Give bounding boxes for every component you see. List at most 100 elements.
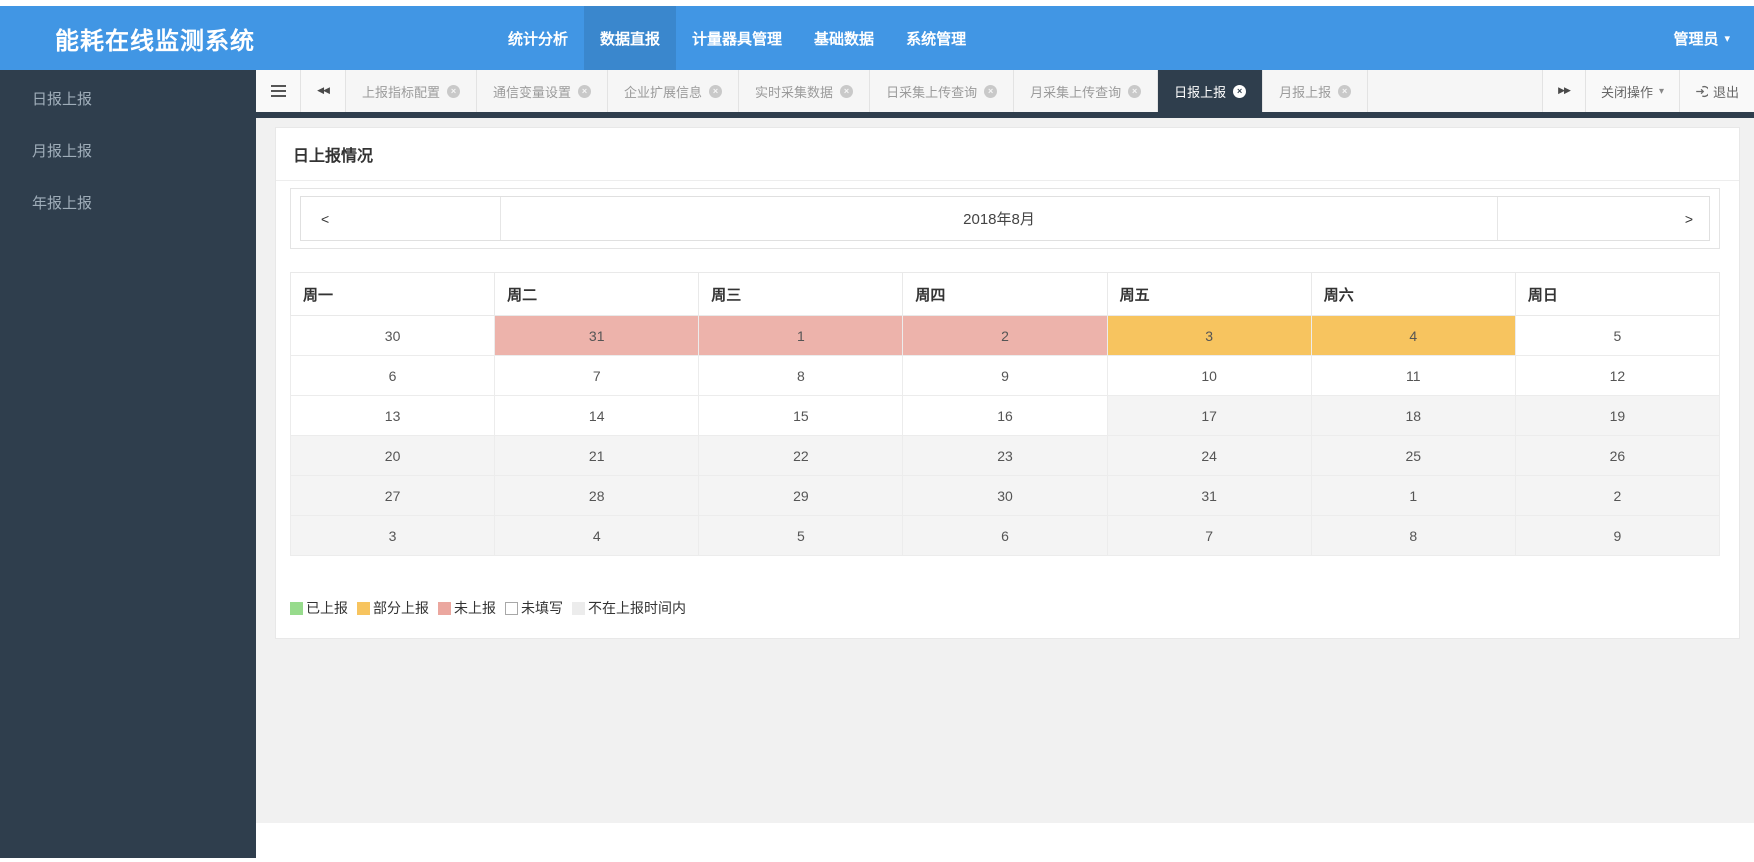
tab-6[interactable]: 月采集上传查询 × — [1014, 70, 1158, 112]
calendar-day-cell[interactable]: 27 — [291, 476, 495, 516]
nav-item-1[interactable]: 统计分析 — [492, 6, 584, 70]
calendar-widget: < 2018年8月 > — [290, 188, 1720, 249]
calendar-day-cell[interactable]: 7 — [1107, 516, 1311, 556]
tab-close-icon[interactable]: × — [984, 85, 997, 98]
calendar-week-row: 13141516171819 — [291, 396, 1720, 436]
tab-5[interactable]: 日采集上传查询× — [870, 70, 1014, 112]
calendar-day-cell[interactable]: 1 — [699, 316, 903, 356]
scroll-tabs-right-button[interactable]: ▶▶ — [1542, 70, 1585, 112]
tab-close-icon[interactable]: × — [1128, 85, 1141, 98]
calendar-day-cell[interactable]: 31 — [1107, 476, 1311, 516]
tab-close-icon[interactable]: × — [709, 85, 722, 98]
calendar-day-cell[interactable]: 10 — [1107, 356, 1311, 396]
legend-item-not_reported: 未上报 — [438, 598, 496, 618]
tab-close-icon[interactable]: × — [1338, 85, 1351, 98]
double-left-arrow-icon: ◀◀ — [317, 86, 329, 96]
nav-item-3[interactable]: 计量器具管理 — [676, 6, 798, 70]
tab-close-icon[interactable]: × — [578, 85, 591, 98]
next-month-button[interactable]: > — [1497, 197, 1709, 240]
calendar-day-cell[interactable]: 12 — [1515, 356, 1719, 396]
calendar-day-cell[interactable]: 9 — [1515, 516, 1719, 556]
user-menu[interactable]: 管理员 ▾ — [1673, 6, 1754, 70]
double-right-arrow-icon: ▶▶ — [1558, 86, 1570, 96]
calendar-day-cell[interactable]: 16 — [903, 396, 1107, 436]
calendar-day-cell[interactable]: 15 — [699, 396, 903, 436]
tab-close-icon[interactable]: × — [1233, 85, 1246, 98]
content-area: ◀◀ 上报指标配置×通信变量设置×企业扩展信息×实时采集数据×日采集上传查询×月… — [256, 70, 1754, 862]
nav-item-2[interactable]: 数据直报 — [584, 6, 676, 70]
calendar-day-cell[interactable]: 5 — [1515, 316, 1719, 356]
legend-item-blank: 未填写 — [505, 598, 563, 618]
calendar-day-cell[interactable]: 3 — [1107, 316, 1311, 356]
sidebar-item-2[interactable]: 月报上报 — [0, 126, 256, 178]
calendar-day-cell[interactable]: 4 — [1311, 316, 1515, 356]
hamburger-icon — [271, 82, 286, 100]
tab-label: 月采集上传查询 — [1030, 82, 1121, 101]
calendar-day-cell[interactable]: 6 — [291, 356, 495, 396]
calendar-day-cell[interactable]: 11 — [1311, 356, 1515, 396]
tab-8[interactable]: 月报上报× — [1263, 70, 1368, 112]
calendar-day-cell[interactable]: 7 — [495, 356, 699, 396]
calendar-day-cell[interactable]: 9 — [903, 356, 1107, 396]
sidebar-item-1[interactable]: 日报上报 — [0, 74, 256, 126]
calendar-day-cell[interactable]: 17 — [1107, 396, 1311, 436]
legend-label: 未上报 — [454, 598, 496, 618]
app-header: 能耗在线监测系统 统计分析数据直报计量器具管理基础数据系统管理 管理员 ▾ — [0, 6, 1754, 70]
calendar-day-cell[interactable]: 2 — [1515, 476, 1719, 516]
calendar-day-cell[interactable]: 28 — [495, 476, 699, 516]
calendar-day-cell[interactable]: 29 — [699, 476, 903, 516]
tab-2[interactable]: 通信变量设置× — [477, 70, 608, 112]
legend-label: 部分上报 — [373, 598, 429, 618]
nav-item-4[interactable]: 基础数据 — [798, 6, 890, 70]
calendar-week-row: 3456789 — [291, 516, 1720, 556]
panel-body: < 2018年8月 > 周一周二周三周四周五周六周日 3031123456789… — [276, 181, 1739, 638]
calendar-day-cell[interactable]: 22 — [699, 436, 903, 476]
tab-close-icon[interactable]: × — [840, 85, 853, 98]
tab-close-icon[interactable]: × — [447, 85, 460, 98]
weekday-header: 周一 — [291, 273, 495, 316]
calendar-day-cell[interactable]: 30 — [903, 476, 1107, 516]
chevron-down-icon: ▾ — [1659, 86, 1664, 97]
calendar-day-cell[interactable]: 24 — [1107, 436, 1311, 476]
close-operations-dropdown[interactable]: 关闭操作 ▾ — [1585, 70, 1679, 112]
calendar-day-cell[interactable]: 21 — [495, 436, 699, 476]
open-tabs: 上报指标配置×通信变量设置×企业扩展信息×实时采集数据×日采集上传查询×月采集上… — [346, 70, 1542, 112]
calendar-week-row: 20212223242526 — [291, 436, 1720, 476]
calendar-day-cell[interactable]: 8 — [699, 356, 903, 396]
header-spacer — [982, 6, 1673, 70]
calendar-day-cell[interactable]: 31 — [495, 316, 699, 356]
legend-swatch-partial — [357, 602, 370, 615]
calendar-day-cell[interactable]: 2 — [903, 316, 1107, 356]
calendar-day-cell[interactable]: 18 — [1311, 396, 1515, 436]
close-operations-label: 关闭操作 — [1601, 82, 1653, 101]
tab-1[interactable]: 上报指标配置× — [346, 70, 477, 112]
calendar-day-cell[interactable]: 23 — [903, 436, 1107, 476]
calendar-day-cell[interactable]: 3 — [291, 516, 495, 556]
calendar-day-cell[interactable]: 19 — [1515, 396, 1719, 436]
tab-3[interactable]: 企业扩展信息 × — [608, 70, 739, 112]
weekday-header: 周六 — [1311, 273, 1515, 316]
tab-label: 企业扩展信息 — [624, 82, 702, 101]
legend-item-out_of_range: 不在上报时间内 — [572, 598, 686, 618]
calendar-day-cell[interactable]: 26 — [1515, 436, 1719, 476]
logout-button[interactable]: 退出 — [1679, 70, 1754, 112]
calendar-day-cell[interactable]: 14 — [495, 396, 699, 436]
calendar-day-cell[interactable]: 1 — [1311, 476, 1515, 516]
calendar-day-cell[interactable]: 5 — [699, 516, 903, 556]
menu-toggle-button[interactable] — [256, 70, 301, 112]
prev-month-button[interactable]: < — [301, 197, 501, 240]
legend-label: 不在上报时间内 — [588, 598, 686, 618]
calendar-day-cell[interactable]: 4 — [495, 516, 699, 556]
calendar-day-cell[interactable]: 20 — [291, 436, 495, 476]
tab-7[interactable]: 日报上报× — [1158, 70, 1263, 112]
sidebar-item-3[interactable]: 年报上报 — [0, 178, 256, 230]
nav-item-5[interactable]: 系统管理 — [890, 6, 982, 70]
scroll-tabs-left-button[interactable]: ◀◀ — [301, 70, 346, 112]
calendar-day-cell[interactable]: 25 — [1311, 436, 1515, 476]
tab-4[interactable]: 实时采集数据× — [739, 70, 870, 112]
calendar-day-cell[interactable]: 13 — [291, 396, 495, 436]
calendar-day-cell[interactable]: 6 — [903, 516, 1107, 556]
calendar-day-cell[interactable]: 30 — [291, 316, 495, 356]
calendar-day-cell[interactable]: 8 — [1311, 516, 1515, 556]
calendar-table: 周一周二周三周四周五周六周日 3031123456789101112131415… — [290, 272, 1720, 556]
